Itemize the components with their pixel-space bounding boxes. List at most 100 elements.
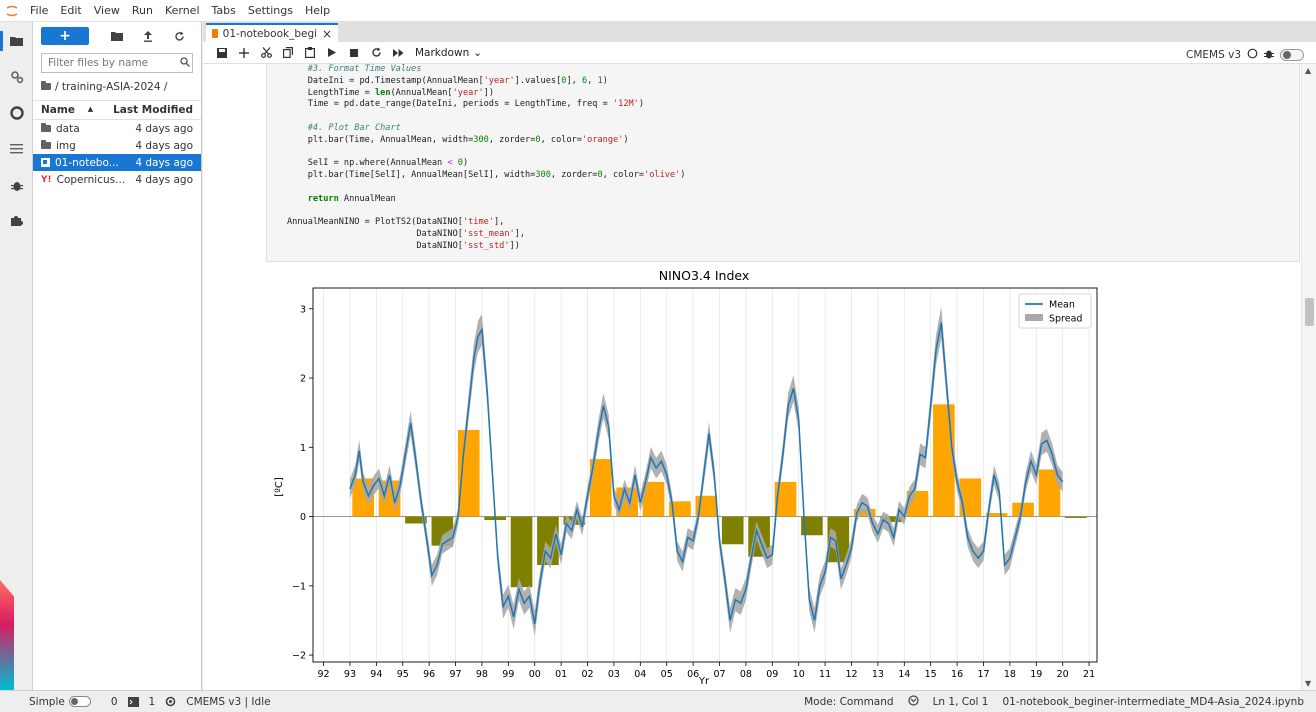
code-cell[interactable]: #3. Format Time Values DateIni = pd.Time… [266, 64, 1300, 262]
bug-icon[interactable] [1264, 48, 1274, 62]
file-list-header: Name ▲ Last Modified [33, 100, 201, 120]
insert-cell-icon[interactable] [233, 43, 255, 63]
code-token: 300 [473, 134, 489, 145]
tab-bar: 01-notebook_beginer-interm × [203, 22, 1316, 42]
run-icon[interactable] [321, 43, 343, 63]
y-axis-label: [ºC] [274, 477, 285, 497]
x-tick-label: 06 [687, 669, 699, 680]
home-folder-icon[interactable] [41, 81, 51, 93]
code-token: SelI = np.where(AnnualMean [307, 158, 448, 169]
new-folder-icon[interactable] [103, 27, 131, 45]
file-row[interactable]: Y! Copernicus... 4 days ago [33, 171, 201, 188]
debugger-toggle[interactable] [1280, 49, 1304, 61]
nino-chart: NINO3.4 Index 92 93 94 95 96 97 98 99 00 01 02 03 04… [274, 268, 1098, 687]
y-tick-label: 3 [300, 304, 306, 315]
breadcrumb-path[interactable]: / training-ASIA-2024 / [55, 81, 167, 93]
kernel-status-text[interactable]: CMEMS v3 | Idle [186, 696, 270, 708]
kernels-count[interactable]: 1 [149, 696, 156, 708]
modified-column-header[interactable]: Last Modified [113, 104, 193, 116]
cursor-position[interactable]: Ln 1, Col 1 [933, 696, 989, 708]
file-name-text: 01-notebo... [55, 156, 119, 169]
x-tick-label: 20 [1057, 669, 1069, 680]
name-column-header[interactable]: Name [41, 104, 75, 116]
legend-mean-label: Mean [1049, 300, 1075, 311]
file-row[interactable]: 01-notebo... 4 days ago [33, 154, 201, 171]
code-token: AnnualMeanNINO = PlotTS2(DataNINO[ [287, 217, 463, 228]
line-layer [349, 322, 1064, 625]
folder-icon[interactable] [8, 32, 25, 49]
kernel-name[interactable]: CMEMS v3 [1186, 49, 1241, 61]
kernel-indicator: CMEMS v3 [1186, 44, 1304, 66]
file-name-cell: 01-notebo... [41, 157, 135, 169]
scroll-down-icon[interactable]: ▼ [1305, 679, 1311, 688]
legend-spread-label: Spread [1049, 314, 1082, 325]
y-tick-label: 0 [300, 512, 306, 523]
menu-kernel[interactable]: Kernel [159, 0, 206, 22]
code-token: '12M' [612, 99, 639, 110]
simple-toggle[interactable] [68, 696, 91, 707]
copy-icon[interactable] [277, 43, 299, 63]
running-icon[interactable] [8, 68, 25, 85]
code-token: ) [680, 170, 686, 181]
new-launcher-button[interactable]: + [41, 27, 89, 45]
sort-caret-icon: ▲ [87, 105, 94, 113]
toc-icon[interactable] [8, 140, 25, 157]
code-token: 'year' [452, 87, 484, 98]
code-line: return AnnualMean [287, 194, 1299, 206]
x-tick-label: 03 [608, 669, 620, 680]
x-tick-label: 98 [476, 669, 488, 680]
code-token: #3. Format Time Values [307, 64, 422, 74]
menu-help[interactable]: Help [299, 0, 336, 22]
debugger-icon[interactable] [8, 177, 25, 194]
file-row[interactable]: data 4 days ago [33, 120, 201, 137]
cell-type-value: Markdown [415, 46, 470, 59]
terminals-count[interactable]: 0 [111, 696, 118, 708]
menu-run[interactable]: Run [126, 0, 159, 22]
folder-icon [41, 123, 51, 132]
folder-icon [41, 140, 51, 149]
scrollbar-thumb[interactable] [1305, 298, 1314, 326]
stop-icon[interactable] [343, 43, 365, 63]
circle-stop-icon[interactable] [8, 104, 25, 121]
filter-input[interactable] [48, 57, 180, 69]
x-tick-label: 96 [423, 669, 435, 680]
main-area: 01-notebook_beginer-interm × [203, 22, 1316, 690]
file-name-cell: Y! Copernicus... [41, 174, 135, 186]
menu-settings[interactable]: Settings [242, 0, 299, 22]
x-tick-label: 99 [502, 669, 514, 680]
cell-type-select[interactable]: Markdown ⌄ [415, 47, 482, 59]
close-icon[interactable]: × [322, 27, 332, 41]
menu-edit[interactable]: Edit [54, 0, 87, 22]
chevron-down-icon: ⌄ [473, 46, 483, 59]
refresh-icon[interactable] [165, 27, 193, 45]
menu-view[interactable]: View [88, 0, 126, 22]
fast-forward-icon[interactable] [387, 43, 409, 63]
file-row[interactable]: img 4 days ago [33, 137, 201, 154]
cut-icon[interactable] [255, 43, 277, 63]
file-name-text: data [56, 122, 80, 135]
mode-indicator: Mode: Command [804, 696, 894, 708]
restart-icon[interactable] [365, 43, 387, 63]
menu-file[interactable]: File [24, 0, 54, 22]
scroll-up-icon[interactable]: ▲ [1305, 66, 1311, 75]
code-token: ].values[ [514, 75, 562, 86]
notification-icon[interactable] [907, 695, 919, 709]
paste-icon[interactable] [299, 43, 321, 63]
code-line: #4. Plot Bar Chart [287, 123, 1299, 135]
code-line: SelI = np.where(AnnualMean < 0) [287, 158, 1299, 170]
x-tick-label: 92 [318, 669, 330, 680]
code-token: ) [462, 158, 469, 169]
menu-tabs[interactable]: Tabs [206, 0, 242, 22]
notebook-tab[interactable]: 01-notebook_beginer-interm × [206, 23, 338, 42]
x-tick-label: 11 [819, 669, 831, 680]
upload-icon[interactable] [134, 27, 162, 45]
bar [510, 516, 533, 588]
vertical-scrollbar[interactable]: ▲ ▼ [1301, 64, 1316, 690]
extension-icon[interactable] [8, 212, 25, 229]
x-tick-label: 19 [1030, 669, 1042, 680]
save-icon[interactable] [211, 43, 233, 63]
mean-line [349, 322, 1064, 625]
